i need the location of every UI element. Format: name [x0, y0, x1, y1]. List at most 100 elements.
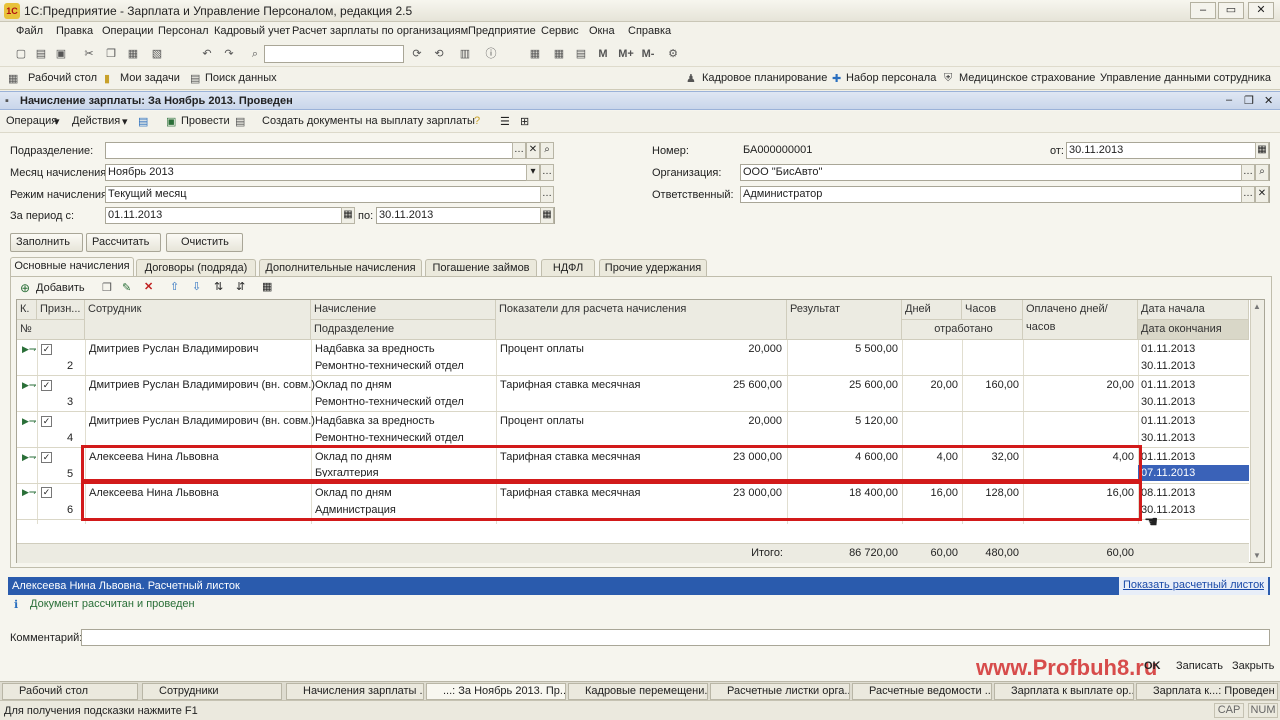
- row-checkbox[interactable]: ✓: [41, 380, 52, 391]
- col-paid[interactable]: Оплачено дней/часов: [1023, 300, 1138, 340]
- col-result[interactable]: Результат: [787, 300, 902, 340]
- memory-plus-icon[interactable]: M+: [616, 47, 636, 61]
- scroll-up-icon[interactable]: ▲: [1253, 302, 1261, 311]
- maximize-button[interactable]: ▭: [1218, 2, 1244, 19]
- task-employees[interactable]: Сотрудники: [142, 683, 282, 700]
- new-doc-icon[interactable]: ▢: [14, 47, 28, 61]
- create-payment-docs-button[interactable]: Создать документы на выплату зарплаты: [262, 115, 475, 127]
- row-end-date[interactable]: 30.11.2013: [1141, 360, 1195, 372]
- period-to-field[interactable]: 30.11.2013: [376, 207, 555, 224]
- close-button[interactable]: ✕: [1248, 2, 1274, 19]
- save-button[interactable]: Записать: [1176, 660, 1223, 672]
- row-end-date[interactable]: 30.11.2013: [1141, 396, 1195, 408]
- menu-hr[interactable]: Кадровый учет: [214, 25, 290, 37]
- col-indicators[interactable]: Показатели для расчета начисления: [496, 300, 787, 340]
- subdivision-search-icon[interactable]: ⌕: [540, 142, 554, 159]
- row-employee[interactable]: Дмитриев Руслан Владимирович: [89, 343, 258, 355]
- row-start-date[interactable]: 01.11.2013: [1141, 415, 1195, 427]
- row-checkbox[interactable]: ✓: [41, 487, 52, 498]
- row-end-date[interactable]: 07.11.2013: [1141, 467, 1195, 479]
- close-form-button[interactable]: Закрыть: [1232, 660, 1274, 672]
- col-priz[interactable]: Призн...: [37, 300, 85, 320]
- row-employee[interactable]: Дмитриев Руслан Владимирович (вн. совм.): [89, 415, 315, 427]
- move-up-icon[interactable]: ⇧: [170, 280, 179, 293]
- row-department[interactable]: Ремонтно-технический отдел: [315, 432, 464, 444]
- period-from-calendar-icon[interactable]: ▦: [341, 207, 355, 224]
- memory-minus-icon[interactable]: M-: [638, 47, 658, 61]
- task-salary-payment[interactable]: Зарплата к выплате ор...: [994, 683, 1134, 700]
- row-start-date[interactable]: 01.11.2013: [1141, 343, 1195, 355]
- row-indicator[interactable]: Тарифная ставка месячная: [500, 379, 640, 391]
- tab-main-accruals[interactable]: Основные начисления: [10, 257, 134, 277]
- scroll-down-icon[interactable]: ▼: [1253, 551, 1261, 560]
- comment-field[interactable]: [81, 629, 1270, 646]
- quick-search-data[interactable]: Поиск данных: [205, 72, 277, 84]
- minimize-button[interactable]: –: [1190, 2, 1216, 19]
- operation-dropdown-icon[interactable]: ▾: [54, 115, 60, 128]
- row-department[interactable]: Ремонтно-технический отдел: [315, 396, 464, 408]
- doc-close-button[interactable]: ✕: [1264, 94, 1273, 107]
- window-icon[interactable]: ▥: [458, 47, 472, 61]
- menu-edit[interactable]: Правка: [56, 25, 93, 37]
- col-department[interactable]: Подразделение: [311, 320, 496, 340]
- search-input[interactable]: [264, 45, 404, 63]
- copy-icon[interactable]: ❐: [104, 47, 118, 61]
- period-to-calendar-icon[interactable]: ▦: [540, 207, 554, 224]
- copy-row-icon[interactable]: ❐: [102, 281, 112, 294]
- row-days[interactable]: 20,00: [902, 379, 958, 391]
- menu-operations[interactable]: Операции: [102, 25, 153, 37]
- find-prev-icon[interactable]: ⟲: [432, 47, 446, 61]
- month-field[interactable]: Ноябрь 2013: [105, 164, 541, 181]
- org-field[interactable]: ООО "БисАвто": [740, 164, 1270, 181]
- responsible-select-button[interactable]: …: [1241, 186, 1255, 203]
- calculator-icon[interactable]: ▦: [528, 47, 542, 61]
- search-icon[interactable]: ⌕: [248, 47, 262, 61]
- operation-menu[interactable]: Операция: [6, 115, 57, 127]
- delete-icon[interactable]: ▧: [150, 47, 164, 61]
- task-payslips[interactable]: Расчетные листки орга...: [710, 683, 850, 700]
- task-accruals-list[interactable]: Начисления зарплаты ...: [286, 683, 424, 700]
- row-accrual[interactable]: Оклад по дням: [315, 379, 392, 391]
- quick-recruitment[interactable]: Набор персонала: [846, 72, 936, 84]
- org-select-button[interactable]: …: [1241, 164, 1255, 181]
- actions-dropdown-icon[interactable]: ▾: [122, 115, 128, 128]
- month-select-button[interactable]: …: [540, 164, 554, 181]
- menu-service[interactable]: Сервис: [541, 25, 579, 37]
- structure-icon[interactable]: ⊞: [520, 115, 529, 128]
- row-indicator-value[interactable]: 25 600,00: [657, 379, 782, 391]
- table-settings-icon[interactable]: ▦: [262, 280, 272, 293]
- post-close-icon[interactable]: ▤: [138, 115, 148, 128]
- row-checkbox[interactable]: ✓: [41, 416, 52, 427]
- tab-contracts[interactable]: Договоры (подряда): [136, 259, 256, 276]
- mode-select-button[interactable]: …: [540, 186, 554, 203]
- doc-restore-button[interactable]: ❐: [1244, 94, 1254, 107]
- org-search-icon[interactable]: ⌕: [1255, 164, 1269, 181]
- undo-icon[interactable]: ↶: [200, 47, 214, 61]
- task-desktop[interactable]: Рабочий стол: [2, 683, 138, 700]
- add-button[interactable]: Добавить: [36, 282, 85, 294]
- row-end-date[interactable]: 30.11.2013: [1141, 432, 1195, 444]
- paste-icon[interactable]: ▦: [126, 47, 140, 61]
- row-hours[interactable]: 160,00: [962, 379, 1019, 391]
- table-scrollbar[interactable]: ▲ ▼: [1250, 300, 1264, 562]
- row-employee[interactable]: Дмитриев Руслан Владимирович (вн. совм.): [89, 379, 315, 391]
- show-payslip-link[interactable]: Показать расчетный листок: [1118, 577, 1268, 595]
- delete-row-icon[interactable]: ✕: [144, 280, 153, 293]
- edit-row-icon[interactable]: ✎: [122, 281, 131, 294]
- quick-hr-planning[interactable]: Кадровое планирование: [702, 72, 827, 84]
- number-field[interactable]: БА000000001: [740, 142, 1045, 159]
- month-dropdown-icon[interactable]: ▾: [526, 164, 540, 181]
- calculate-button[interactable]: Рассчитать: [86, 233, 161, 252]
- col-worked[interactable]: отработано: [902, 320, 1023, 340]
- ok-button[interactable]: OK: [1144, 660, 1161, 672]
- row-start-date[interactable]: 01.11.2013: [1141, 379, 1195, 391]
- subdivision-select-button[interactable]: …: [512, 142, 526, 159]
- menu-personnel[interactable]: Персонал: [158, 25, 209, 37]
- mode-field[interactable]: Текущий месяц: [105, 186, 541, 203]
- col-hours[interactable]: Часов: [962, 300, 1023, 320]
- tab-other-deductions[interactable]: Прочие удержания: [599, 259, 707, 276]
- sort-asc-icon[interactable]: ⇅: [214, 280, 223, 293]
- redo-icon[interactable]: ↷: [222, 47, 236, 61]
- quick-employee-data[interactable]: Управление данными сотрудника: [1100, 72, 1271, 84]
- post-button[interactable]: Провести: [181, 115, 230, 127]
